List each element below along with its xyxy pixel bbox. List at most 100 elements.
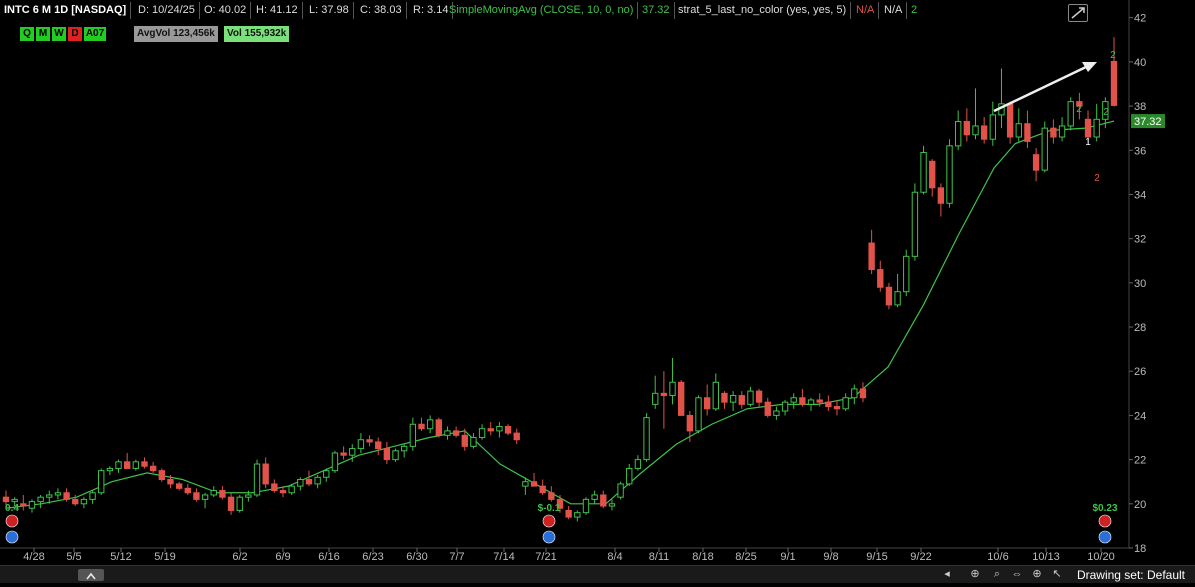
candle	[920, 145, 927, 195]
candle-body	[461, 434, 468, 447]
y-tick-label: 40	[1134, 57, 1146, 69]
candle-body	[210, 490, 217, 496]
candle-body	[98, 470, 105, 494]
x-tick-label: 4/28	[23, 551, 44, 563]
candle	[877, 260, 884, 292]
candle	[175, 481, 183, 491]
candle	[28, 499, 36, 513]
candle	[565, 506, 572, 520]
candle-body	[963, 121, 971, 136]
candle-body	[1067, 101, 1074, 127]
x-tick-label: 6/23	[362, 551, 383, 563]
candle	[989, 101, 996, 146]
price-chart[interactable]: 1820222426283032343638404237.32 4/28 5/5 5…	[0, 0, 1195, 565]
candle-body	[608, 503, 616, 507]
candle-body	[1093, 118, 1100, 138]
y-tick-label: 30	[1134, 278, 1146, 290]
candle	[626, 464, 633, 487]
candle	[574, 510, 581, 522]
candle-body	[946, 145, 953, 204]
candle-body	[219, 490, 226, 498]
candle	[833, 399, 841, 416]
candle-body	[245, 494, 252, 498]
candle	[37, 494, 44, 509]
candle-body	[149, 465, 157, 472]
candle-body	[972, 125, 979, 136]
candle	[323, 468, 330, 482]
candle-body	[799, 397, 806, 405]
candle-body	[253, 463, 261, 496]
y-tick-label: 24	[1134, 410, 1146, 422]
x-tick-label: 9/8	[823, 551, 838, 563]
candle-body	[375, 441, 382, 450]
cursor-icon[interactable]: ↖	[1050, 567, 1064, 581]
candle-body	[72, 498, 79, 505]
candle	[825, 395, 832, 411]
candle	[409, 417, 417, 451]
candle-body	[297, 479, 304, 487]
candle	[781, 399, 789, 416]
candle-body	[859, 388, 867, 399]
candle-body	[357, 439, 365, 450]
candle-body	[1110, 60, 1118, 106]
x-tick-label: 10/6	[987, 551, 1008, 563]
candle	[608, 499, 616, 511]
dividend-icon	[1098, 530, 1112, 544]
candle-body	[426, 419, 434, 430]
candle-body	[773, 410, 780, 416]
y-axis-labels: 18 20 22 24 26 28 30 32 34 36 38 40 42 37.32	[1129, 13, 1165, 555]
candle	[980, 117, 988, 144]
pan-icon[interactable]: ⇔	[1010, 567, 1024, 581]
candle-body	[929, 160, 936, 189]
panel-handle[interactable]	[78, 569, 104, 581]
candle	[799, 388, 806, 407]
zoom-icon[interactable]: ⌕	[990, 567, 1004, 581]
candle	[426, 415, 434, 434]
candle	[383, 441, 391, 465]
earnings-label: 0.4	[5, 503, 19, 514]
candle-body	[626, 467, 633, 485]
candle-body	[1024, 123, 1031, 142]
scroll-left-icon[interactable]: ◂	[940, 567, 954, 581]
candle	[236, 494, 243, 513]
earnings-icon	[5, 514, 19, 528]
candle	[946, 139, 953, 208]
candle	[539, 479, 546, 495]
candle-body	[141, 461, 148, 467]
candle	[357, 433, 365, 453]
candle-body	[409, 423, 417, 447]
candle-body	[539, 485, 546, 494]
y-tick-label: 34	[1134, 189, 1146, 201]
strat-mark: 2	[1110, 50, 1116, 61]
candle-body	[660, 392, 668, 397]
candle-body	[911, 191, 919, 257]
candle-body	[262, 463, 269, 485]
candle-body	[236, 496, 243, 511]
candle	[487, 422, 494, 436]
x-tick-label: 6/2	[232, 551, 247, 563]
candle-body	[167, 479, 174, 485]
crosshair-icon[interactable]: ⊕	[968, 567, 982, 581]
footer-bar: ◂ ⊕ ⌕ ⇔ ⊕ ↖ Drawing set: Default	[0, 565, 1195, 583]
candle-body	[574, 512, 581, 518]
candle-body	[487, 428, 494, 432]
candle	[435, 417, 442, 438]
drawing-set-label[interactable]: Drawing set: Default	[1077, 568, 1185, 582]
candle	[738, 391, 745, 409]
candle	[375, 437, 382, 456]
candle-body	[712, 381, 719, 410]
candle-body	[279, 490, 287, 494]
candle	[444, 426, 451, 440]
candle	[210, 486, 217, 498]
candle	[643, 413, 650, 462]
candle	[115, 459, 122, 473]
candle	[297, 477, 304, 491]
candle	[721, 391, 728, 409]
candle-body	[894, 291, 901, 306]
x-tick-label: 5/19	[154, 551, 175, 563]
candle	[1093, 103, 1100, 142]
candle	[149, 461, 157, 473]
candle	[1006, 101, 1014, 144]
target-icon[interactable]: ⊕	[1030, 567, 1044, 581]
candle-body	[11, 498, 18, 503]
